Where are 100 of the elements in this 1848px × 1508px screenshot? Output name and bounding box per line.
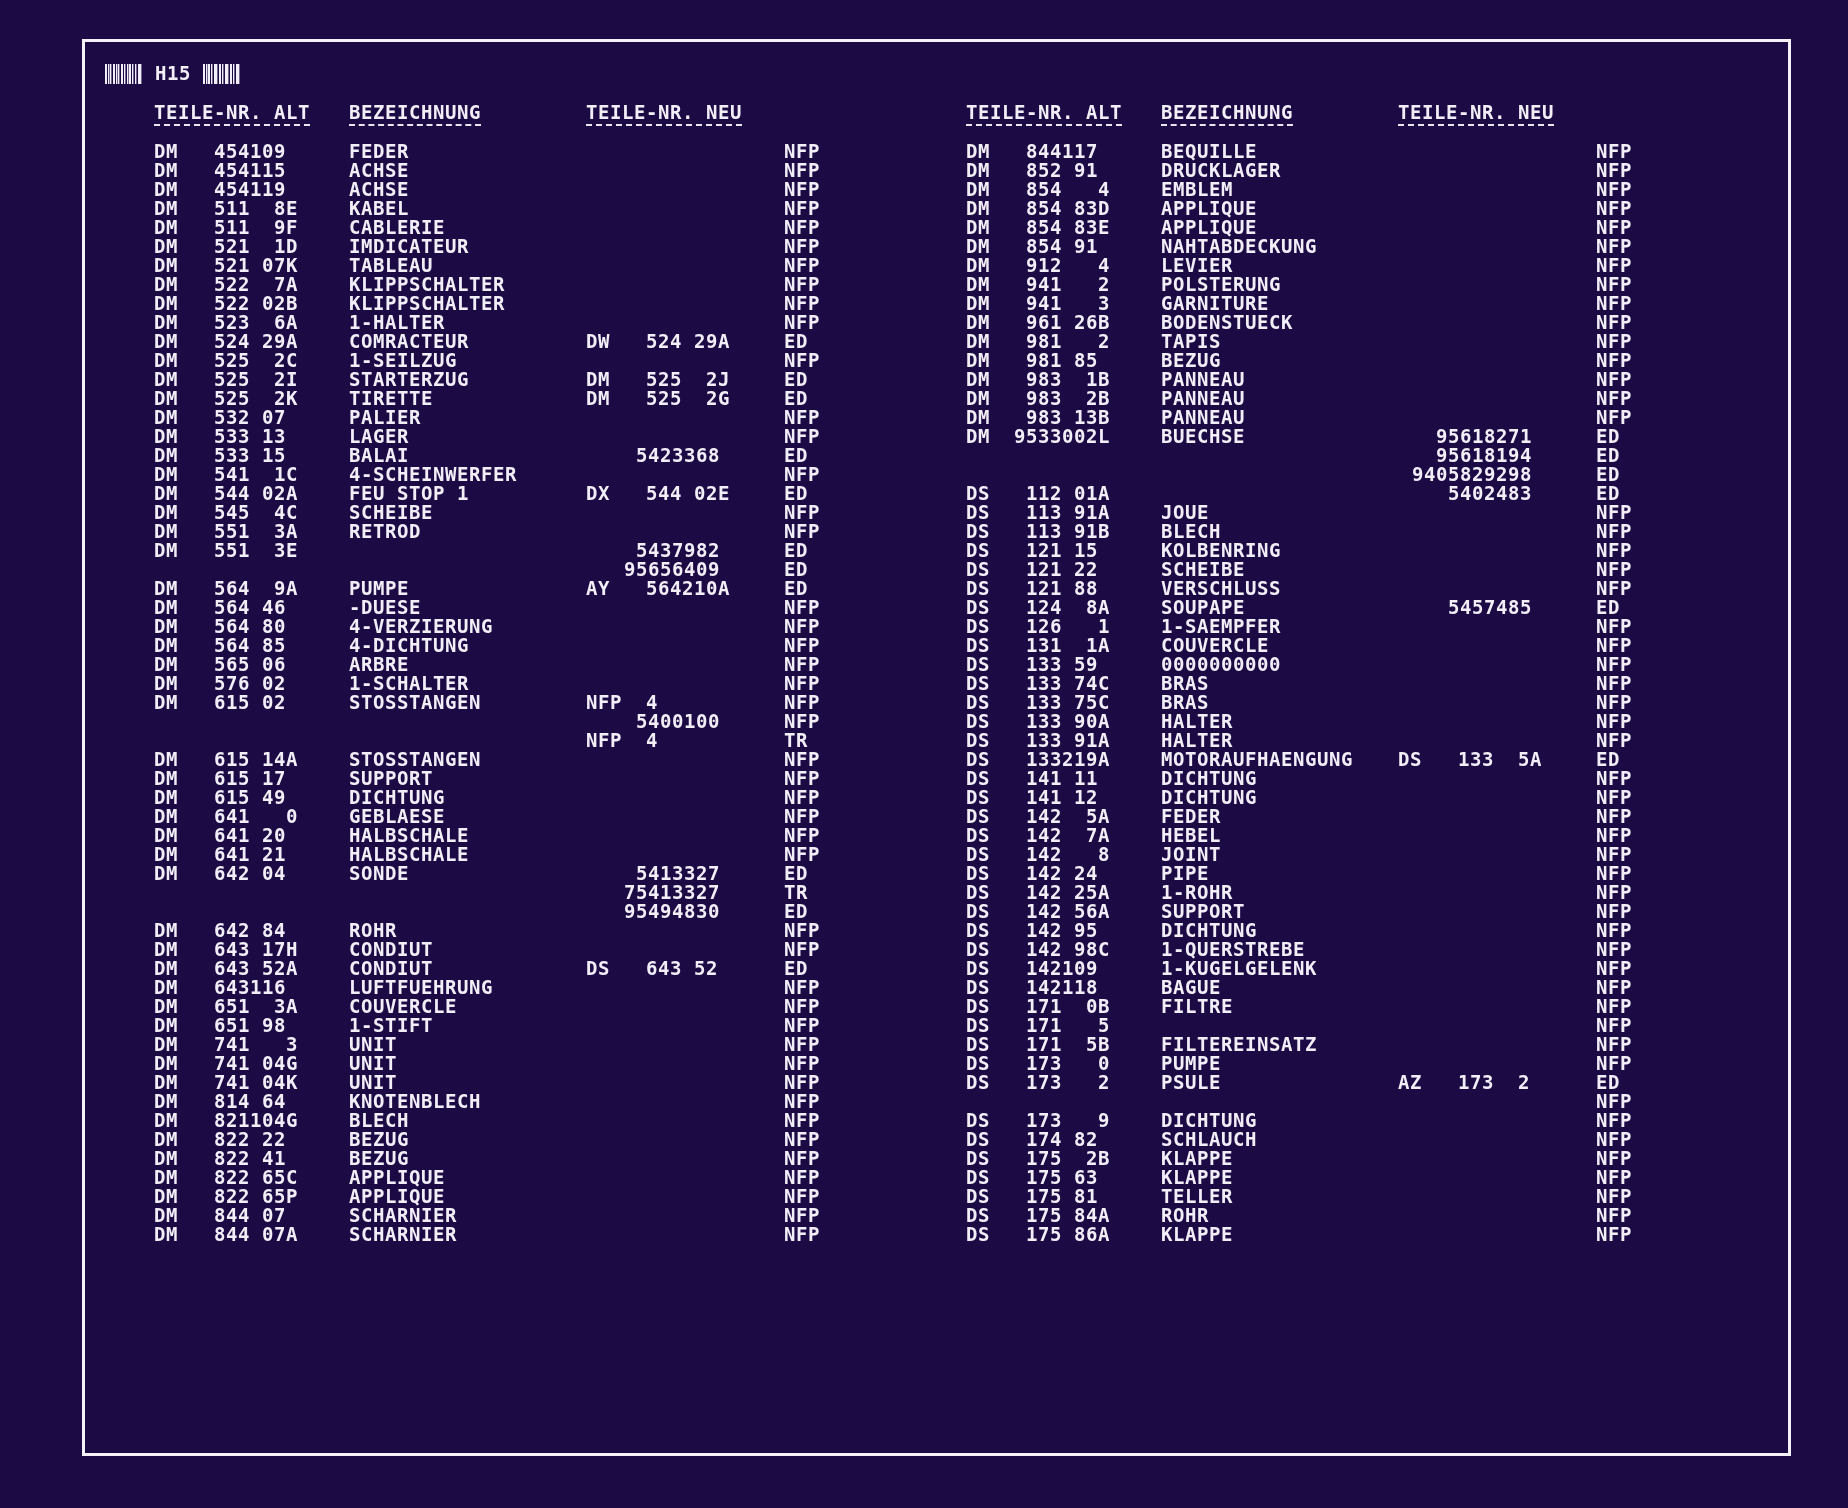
- table-cell: NFP: [784, 1185, 820, 1207]
- table-cell: DS 126 1: [966, 615, 1110, 637]
- table-cell: NFP: [1596, 292, 1632, 314]
- table-cell: PANNEAU: [1161, 368, 1245, 390]
- table-cell: DS 142 24: [966, 862, 1098, 884]
- table-cell: NFP: [784, 672, 820, 694]
- table-cell: NFP: [1596, 254, 1632, 276]
- table-cell: DM 741 04K: [154, 1071, 298, 1093]
- column-header: BEZEICHNUNG: [349, 103, 481, 126]
- table-cell: NFP: [1596, 1090, 1632, 1112]
- table-cell: MOTORAUFHAENGUNG: [1161, 748, 1353, 770]
- table-cell: DM 615 14A: [154, 748, 298, 770]
- table-cell: SCHLAUCH: [1161, 1128, 1257, 1150]
- table-cell: DM 844117: [966, 140, 1098, 162]
- table-cell: GEBLAESE: [349, 805, 445, 827]
- table-cell: 1-QUERSTREBE: [1161, 938, 1305, 960]
- table-cell: BEZUG: [349, 1147, 409, 1169]
- table-cell: NFP: [1596, 273, 1632, 295]
- table-cell: CABLERIE: [349, 216, 445, 238]
- table-cell: ACHSE: [349, 159, 409, 181]
- table-cell: DM 844 07A: [154, 1223, 298, 1245]
- table-cell: NFP: [784, 254, 820, 276]
- table-cell: DM 565 06: [154, 653, 286, 675]
- table-cell: NFP: [784, 786, 820, 808]
- table-cell: NFP: [1596, 938, 1632, 960]
- table-cell: DM 981 2: [966, 330, 1110, 352]
- table-cell: 9405829298: [1412, 465, 1532, 484]
- table-cell: FILTEREINSATZ: [1161, 1033, 1317, 1055]
- table-cell: NFP: [784, 1147, 820, 1169]
- table-cell: ED: [784, 387, 808, 409]
- table-cell: 95494830: [624, 902, 720, 921]
- table-cell: 1-HALTER: [349, 311, 445, 333]
- table-cell: DS 173 2: [966, 1071, 1110, 1093]
- table-cell: NFP: [1596, 140, 1632, 162]
- table-cell: CONDIUT: [349, 938, 433, 960]
- table-cell: DS 142109: [966, 957, 1098, 979]
- sheet-label: H15: [155, 64, 191, 83]
- table-cell: 5437982: [636, 541, 720, 560]
- table-cell: STARTERZUG: [349, 368, 469, 390]
- table-cell: KLIPPSCHALTER: [349, 273, 505, 295]
- table-cell: FEDER: [1161, 805, 1221, 827]
- table-cell: DM 511 9F: [154, 216, 298, 238]
- column-header: TEILE-NR. NEU: [1398, 103, 1554, 126]
- table-cell: NFP: [1596, 1185, 1632, 1207]
- table-cell: DS 142 98C: [966, 938, 1110, 960]
- table-cell: NFP: [1596, 197, 1632, 219]
- table-cell: BODENSTUECK: [1161, 311, 1293, 333]
- table-cell: NFP: [784, 292, 820, 314]
- table-cell: ED: [784, 862, 808, 884]
- table-cell: DS 131 1A: [966, 634, 1110, 656]
- table-cell: DM 912 4: [966, 254, 1110, 276]
- table-cell: DM 821104G: [154, 1109, 298, 1131]
- table-cell: SUPPORT: [1161, 900, 1245, 922]
- table-cell: NFP: [1596, 387, 1632, 409]
- table-cell: DM 981 85: [966, 349, 1098, 371]
- table-cell: NFP: [1596, 216, 1632, 238]
- table-cell: NFP: [1596, 634, 1632, 656]
- table-cell: DS 173 9: [966, 1109, 1110, 1131]
- table-cell: DS 113 91A: [966, 501, 1110, 523]
- table-cell: DM 852 91: [966, 159, 1098, 181]
- table-cell: DS 175 81: [966, 1185, 1098, 1207]
- table-cell: DM 961 26B: [966, 311, 1110, 333]
- table-cell: DM 544 02A: [154, 482, 298, 504]
- table-cell: ARBRE: [349, 653, 409, 675]
- table-cell: NFP: [784, 140, 820, 162]
- table-cell: TAPIS: [1161, 330, 1221, 352]
- table-cell: BEZUG: [349, 1128, 409, 1150]
- table-cell: 1-STIFT: [349, 1014, 433, 1036]
- table-cell: 0000000000: [1161, 653, 1281, 675]
- table-cell: PALIER: [349, 406, 421, 428]
- table-cell: KLAPPE: [1161, 1166, 1233, 1188]
- table-cell: NFP: [1596, 1166, 1632, 1188]
- table-cell: ED: [784, 330, 808, 352]
- table-cell: NFP: [1596, 520, 1632, 542]
- table-cell: NFP: [784, 767, 820, 789]
- table-cell: NFP: [1596, 729, 1632, 751]
- table-cell: DM 564 80: [154, 615, 286, 637]
- table-cell: 5400100: [636, 712, 720, 731]
- table-cell: APPLIQUE: [349, 1166, 445, 1188]
- table-cell: PANNEAU: [1161, 387, 1245, 409]
- table-cell: AZ 173 2: [1398, 1071, 1530, 1093]
- table-cell: LAGER: [349, 425, 409, 447]
- table-cell: DM 941 2: [966, 273, 1110, 295]
- table-cell: DM 454115: [154, 159, 286, 181]
- table-cell: DM 521 07K: [154, 254, 298, 276]
- table-cell: DM 854 91: [966, 235, 1098, 257]
- table-cell: NFP: [1596, 235, 1632, 257]
- table-cell: DS 171 0B: [966, 995, 1110, 1017]
- table-cell: DM 643 17H: [154, 938, 298, 960]
- table-cell: NFP: [784, 406, 820, 428]
- table-cell: NFP: [1596, 1052, 1632, 1074]
- table-cell: NFP: [784, 1090, 820, 1112]
- table-cell: STOSSTANGEN: [349, 691, 481, 713]
- table-cell: DM 541 1C: [154, 463, 298, 485]
- table-cell: NFP: [1596, 672, 1632, 694]
- table-cell: DM 641 20: [154, 824, 286, 846]
- table-cell: DM 641 21: [154, 843, 286, 865]
- table-cell: 95656409: [624, 560, 720, 579]
- table-cell: DM 741 3: [154, 1033, 298, 1055]
- table-cell: DM 533 15: [154, 444, 286, 466]
